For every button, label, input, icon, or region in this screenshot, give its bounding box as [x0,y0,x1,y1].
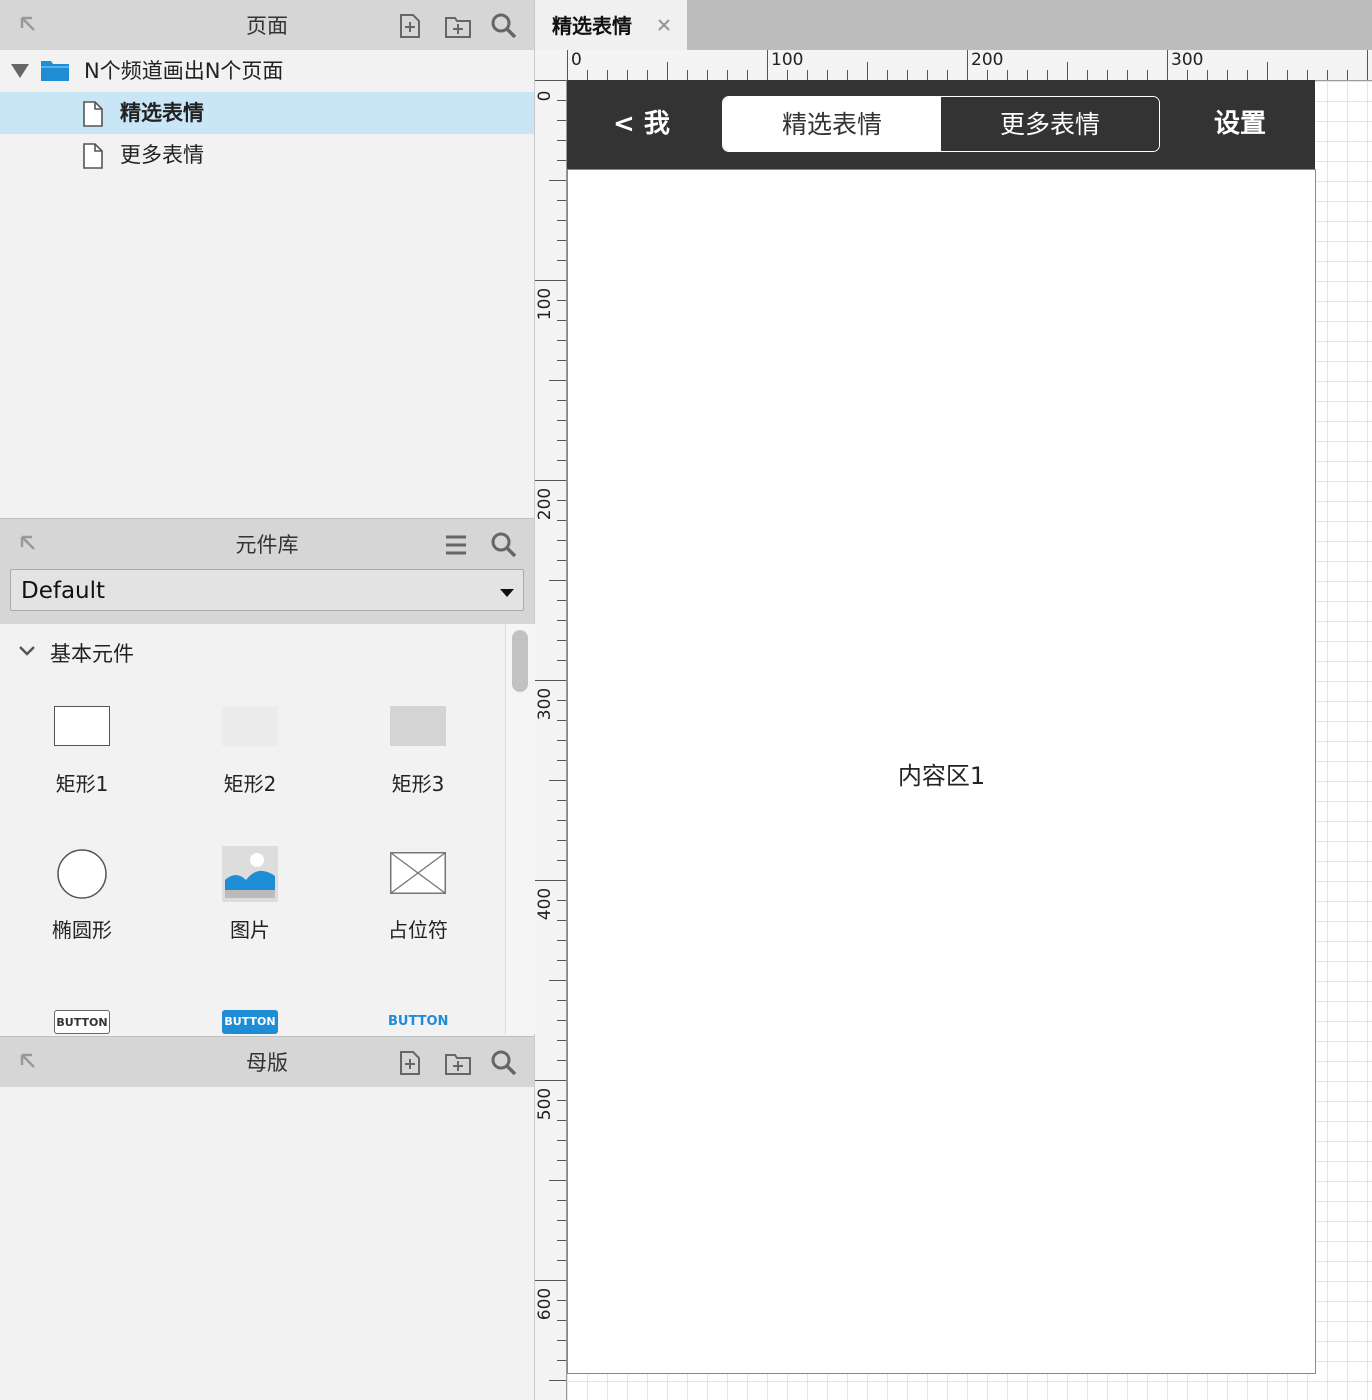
page-label: 更多表情 [120,143,204,167]
library-item-ellipse[interactable]: 椭圆形 [12,848,152,948]
editor-tab-title: 精选表情 [552,14,632,38]
image-icon [222,846,278,902]
segment-more[interactable]: 更多表情 [941,97,1159,151]
section-label: 基本元件 [50,642,134,666]
ruler-label: 500 [535,1087,555,1121]
page-icon [83,143,103,169]
ruler-label: 300 [535,687,555,721]
vertical-ruler-labels: 0 100 200 300 400 500 600 [535,80,555,1400]
library-item-label: 占位符 [388,918,448,942]
folder-label: N个频道画出N个页面 [84,59,284,83]
library-item-image[interactable]: 图片 [180,846,320,946]
segmented-control: 精选表情 更多表情 [722,96,1160,152]
editor-tab[interactable]: 精选表情 [535,0,687,50]
ruler-label: 0 [571,50,582,70]
horizontal-ruler: 0 100 200 300 [567,50,1372,81]
library-item-placeholder[interactable]: 占位符 [348,852,488,952]
library-item-label: 图片 [230,918,270,942]
add-page-icon[interactable] [396,12,424,40]
add-folder-icon[interactable] [444,12,472,40]
folder-icon [41,61,69,81]
menu-icon[interactable] [442,531,470,559]
search-icon[interactable] [490,531,518,559]
ruler-label: 200 [971,50,1004,70]
search-icon[interactable] [490,1049,518,1077]
horizontal-ruler-ticks [567,50,1368,80]
page-item-selected[interactable]: 精选表情 [0,92,534,134]
ruler-label: 400 [535,887,555,921]
library-button-default[interactable]: BUTTON [54,1010,110,1034]
library-button-link[interactable]: BUTTON [388,1010,448,1034]
pages-panel-header: 页面 [0,0,534,50]
library-item-label: 椭圆形 [52,918,112,942]
library-item-rect1[interactable]: 矩形1 [12,704,152,814]
ruler-label: 100 [771,50,804,70]
library-dropdown-value: Default [21,578,106,604]
add-master-icon[interactable] [396,1049,424,1077]
ruler-label: 0 [535,90,555,102]
rectangle-light-icon [222,706,278,746]
library-item-rect2[interactable]: 矩形2 [180,704,320,814]
library-panel-header: 元件库 [0,518,534,569]
page-folder-row[interactable]: N个频道画出N个页面 [0,50,534,92]
library-content: 基本元件 矩形1 矩形2 矩形3 椭圆形 图片 占位符 BUTTON BUTTO… [0,624,504,1034]
library-item-label: 矩形1 [55,772,109,796]
mockup-nav-bar[interactable]: < 我 精选表情 更多表情 设置 [567,80,1315,169]
chevron-down-icon[interactable] [18,644,36,658]
library-item-rect3[interactable]: 矩形3 [348,704,488,814]
ruler-label: 600 [535,1287,555,1321]
chevron-down-icon [500,589,514,597]
library-scrollbar-track [505,624,535,1034]
rectangle-gray-icon [390,706,446,746]
library-item-label: 矩形2 [223,772,277,796]
masters-panel-header: 母版 [0,1036,534,1087]
library-dropdown[interactable]: Default [10,569,524,611]
vertical-ruler: 0 100 200 300 400 500 600 [535,80,567,1400]
segment-selected[interactable]: 精选表情 [723,97,941,151]
page-item[interactable]: 更多表情 [0,134,534,176]
library-scrollbar-thumb[interactable] [512,630,528,692]
back-button[interactable]: < 我 [613,80,670,169]
rectangle-icon [54,706,110,746]
page-label: 精选表情 [120,101,204,125]
library-button-primary[interactable]: BUTTON [222,1010,278,1034]
ellipse-icon [57,849,107,899]
left-sidebar: 页面 N个频道画出N个页面 精选表情 更多表情 元件库 Default 基本元件 [0,0,535,1400]
library-item-label: 矩形3 [391,772,445,796]
add-folder-icon[interactable] [444,1049,472,1077]
close-icon[interactable] [657,18,671,32]
search-icon[interactable] [490,12,518,40]
settings-button[interactable]: 设置 [1214,80,1266,169]
expand-triangle-icon[interactable] [10,62,30,80]
placeholder-icon [390,852,446,894]
ruler-label: 200 [535,487,555,521]
content-area[interactable]: 内容区1 [567,169,1316,1374]
ruler-label: 300 [1171,50,1204,70]
page-icon [83,101,103,127]
ruler-label: 100 [535,287,555,321]
content-area-label: 内容区1 [897,762,986,790]
